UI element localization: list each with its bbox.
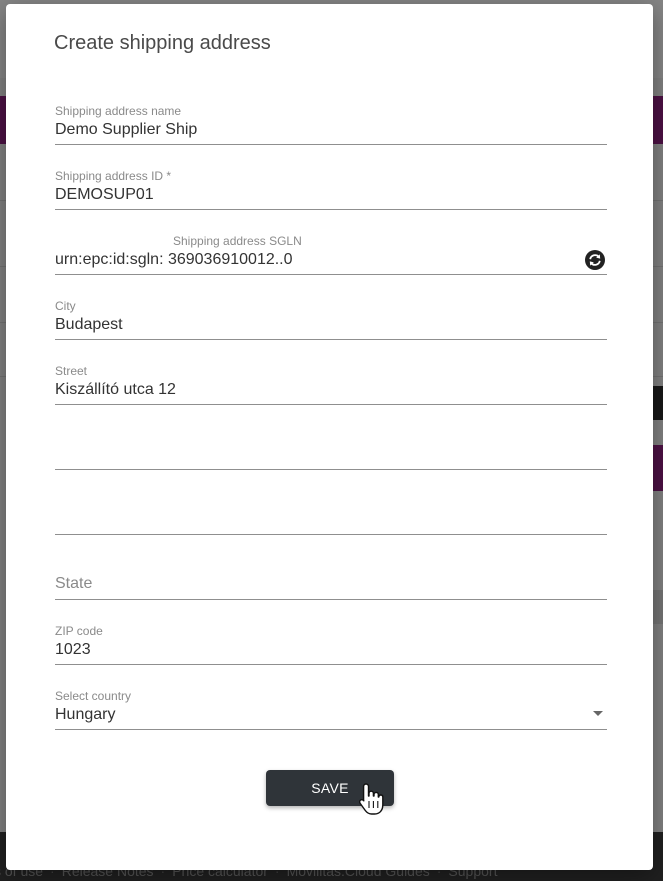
field-value[interactable]: Demo Supplier Ship [55,121,197,139]
field-label: Shipping address ID * [55,169,172,183]
field-value[interactable]: Kiszállító utca 12 [55,381,176,399]
address-line-2-field[interactable] [55,429,607,470]
field-label: Shipping address SGLN [173,234,302,248]
zip-code-field[interactable]: ZIP code 1023 [55,624,607,665]
shipping-address-name-field[interactable]: Shipping address name Demo Supplier Ship [55,104,607,145]
shipping-address-sgln-field[interactable]: Shipping address SGLN urn:epc:id:sgln: 3… [55,234,607,275]
field-value[interactable]: DEMOSUP01 [55,186,154,204]
field-value[interactable]: Hungary [55,706,115,724]
field-label: Street [55,364,88,378]
field-label: Shipping address name [55,104,182,118]
refresh-icon[interactable] [585,250,605,270]
create-shipping-address-dialog: Create shipping address Shipping address… [6,4,653,870]
save-button[interactable]: SAVE [266,770,394,806]
street-field[interactable]: Street Kiszállító utca 12 [55,364,607,405]
shipping-address-id-field[interactable]: Shipping address ID * DEMOSUP01 [55,169,607,210]
city-field[interactable]: City Budapest [55,299,607,340]
state-field[interactable]: State [55,559,607,600]
address-line-3-field[interactable] [55,494,607,535]
field-value[interactable]: urn:epc:id:sgln: 369036910012..0 [55,251,293,269]
field-placeholder[interactable]: State [55,575,92,593]
field-label: ZIP code [55,624,103,638]
field-label: Select country [55,689,132,703]
dialog-title: Create shipping address [54,32,271,54]
field-value[interactable]: 1023 [55,641,91,659]
chevron-down-icon[interactable] [593,711,603,716]
field-label: City [55,299,76,313]
country-select[interactable]: Select country Hungary [55,689,607,730]
field-value[interactable]: Budapest [55,316,123,334]
